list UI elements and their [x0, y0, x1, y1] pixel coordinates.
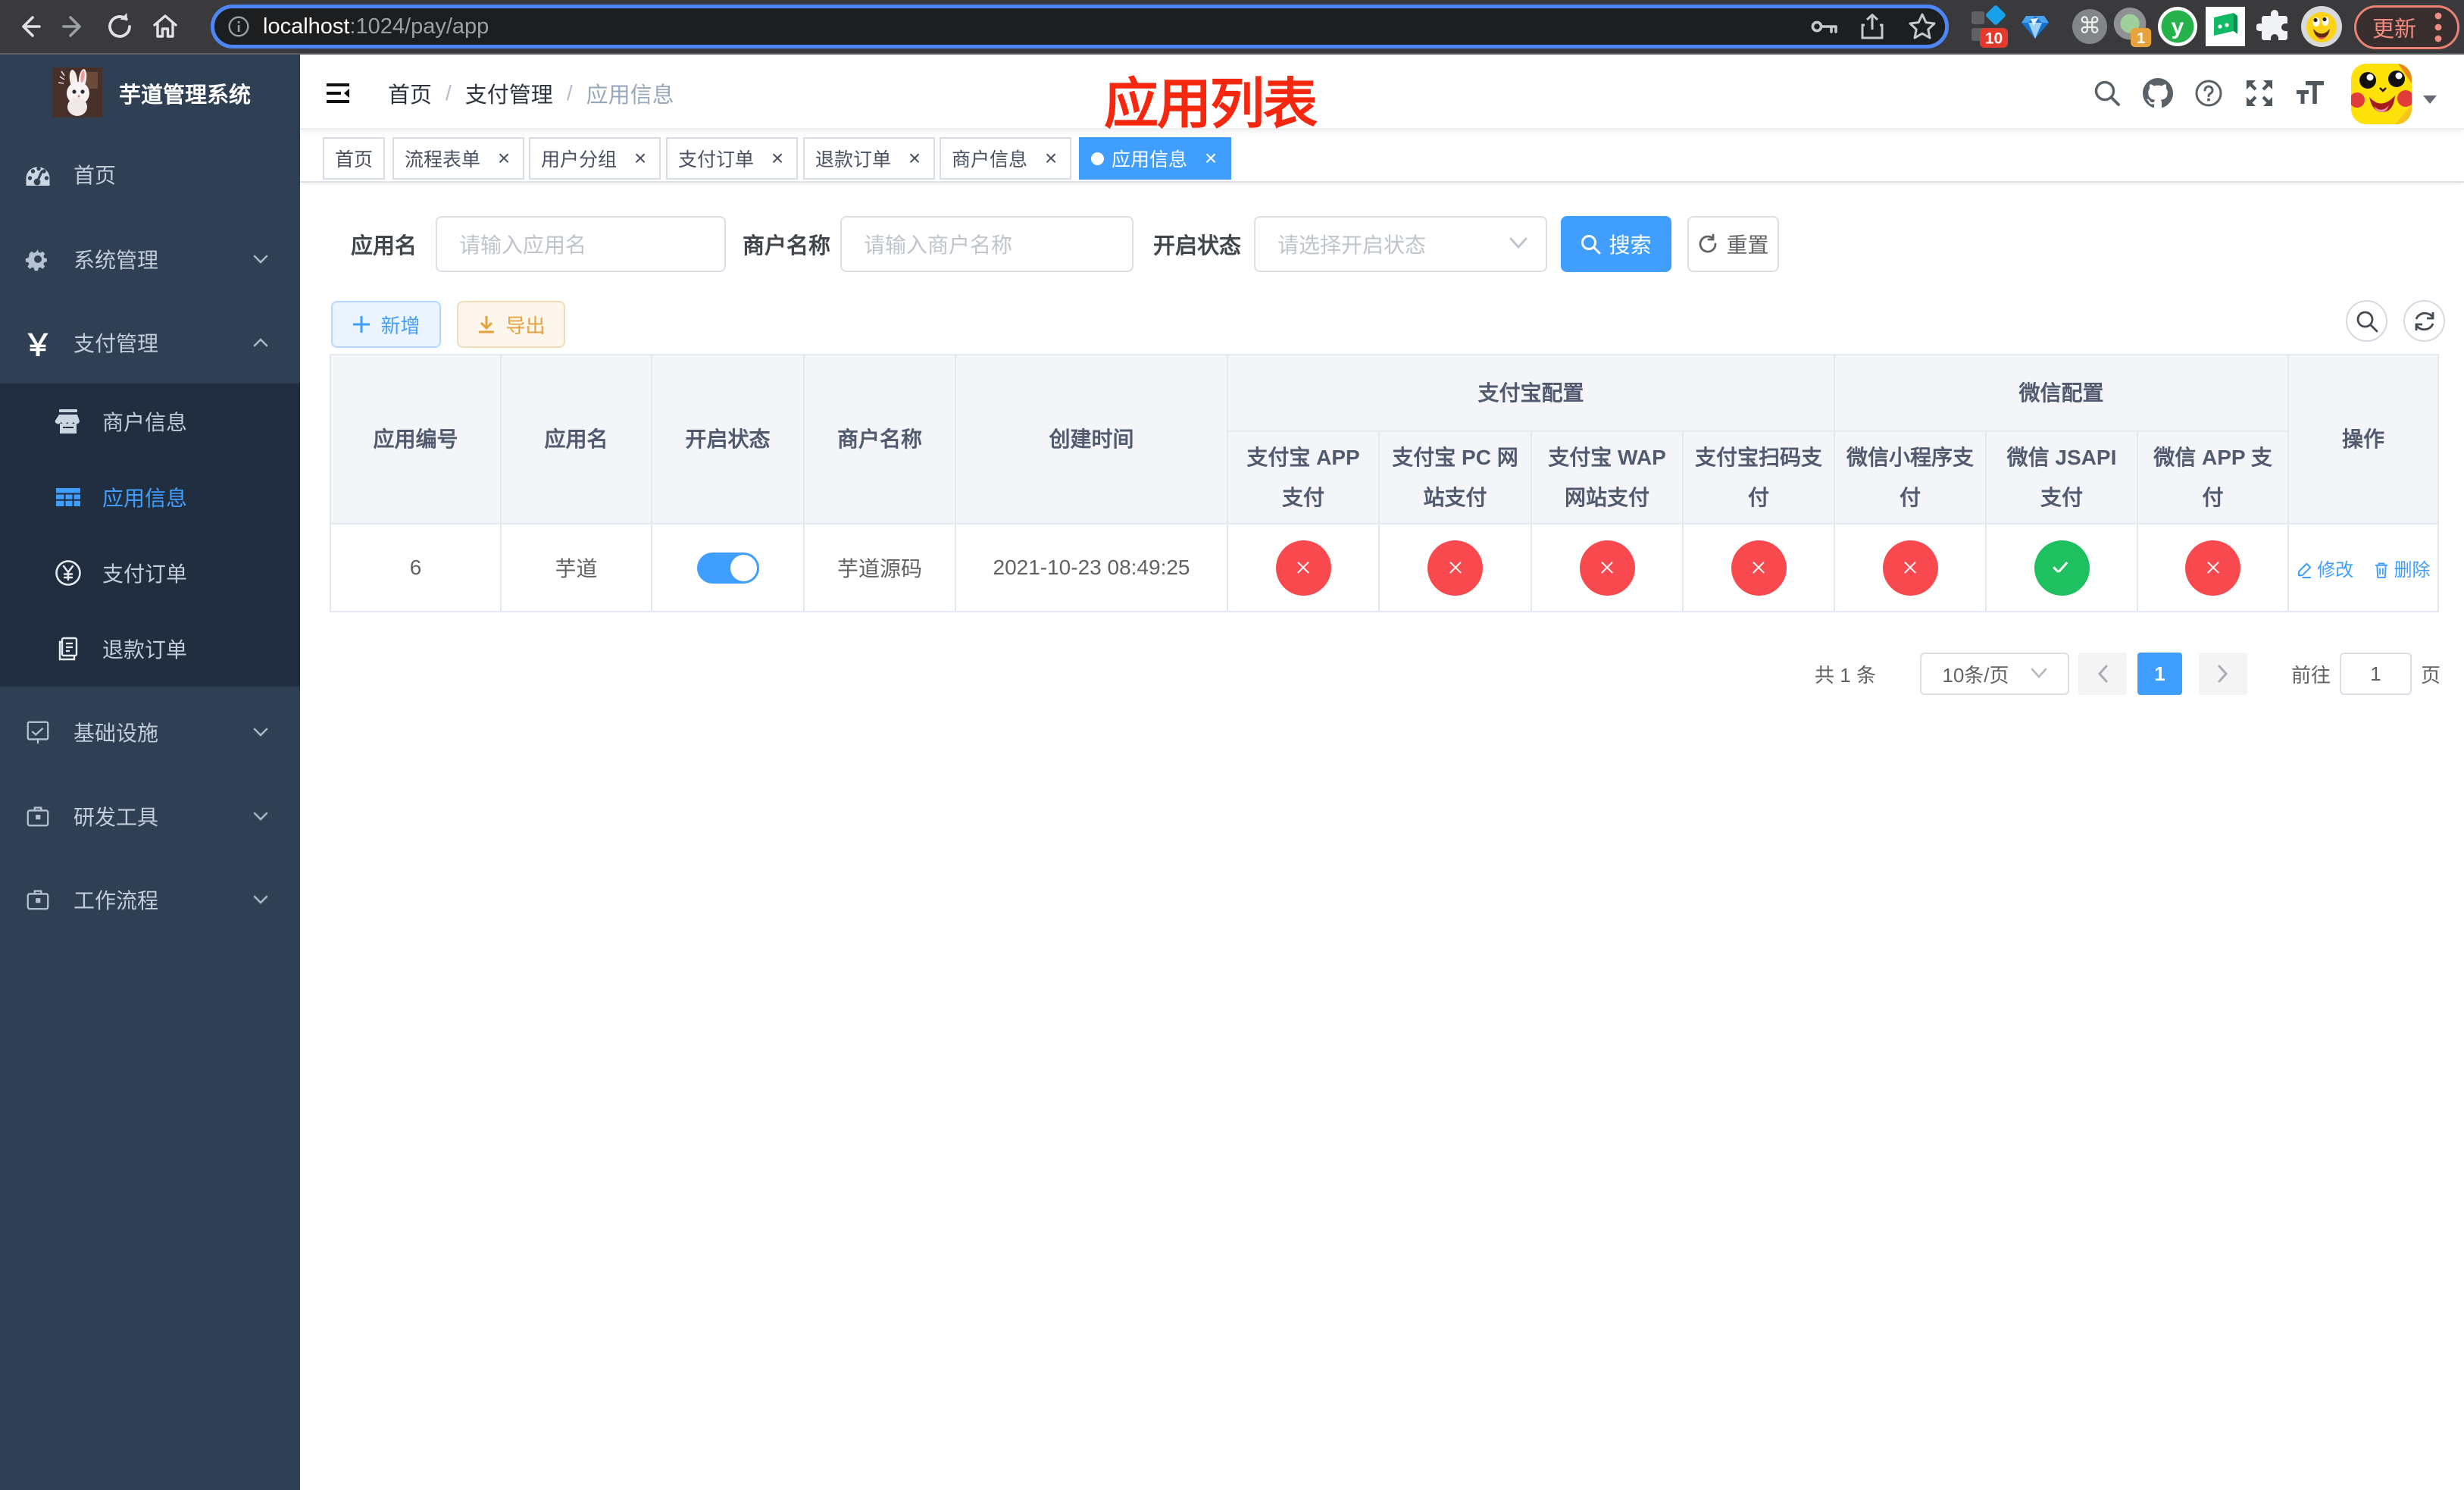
svg-text:⌘: ⌘ — [2078, 14, 2101, 39]
svg-text:10: 10 — [1985, 30, 2003, 48]
svg-text:1: 1 — [2137, 30, 2145, 47]
svg-text:y: y — [2172, 14, 2184, 39]
